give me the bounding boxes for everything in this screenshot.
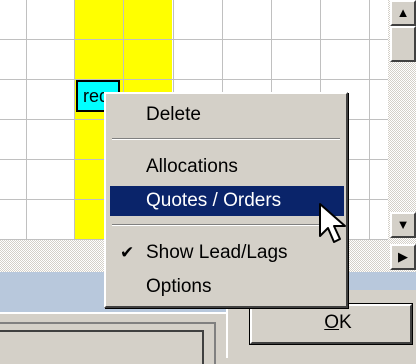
menu-item-label: Quotes / Orders: [146, 190, 282, 211]
check-icon: ✔: [120, 243, 135, 262]
ok-label-rest: K: [339, 312, 352, 333]
menu-item-delete[interactable]: Delete: [110, 100, 344, 130]
down-arrow-icon: ▼: [396, 217, 410, 232]
ok-mnemonic: O: [324, 312, 340, 333]
right-arrow-icon: ▶: [398, 249, 408, 264]
menu-item-label: Allocations: [146, 156, 238, 177]
menu-separator: [112, 224, 340, 226]
menu-separator: [112, 138, 340, 140]
mouse-cursor-icon: [319, 203, 346, 243]
menu-item-label: Show Lead/Lags: [146, 242, 288, 263]
bottom-frame: [0, 312, 226, 364]
scroll-up-button[interactable]: ▲: [390, 0, 416, 26]
scroll-thumb[interactable]: [390, 26, 416, 62]
scroll-right-button[interactable]: ▶: [390, 244, 416, 270]
ok-button[interactable]: OK: [250, 304, 412, 344]
context-menu: Delete Allocations Quotes / Orders ✔ Sho…: [104, 92, 348, 308]
menu-item-label: Delete: [146, 104, 201, 125]
scroll-down-button[interactable]: ▼: [390, 212, 416, 238]
up-arrow-icon: ▲: [396, 5, 410, 20]
menu-item-quotes-orders[interactable]: Quotes / Orders: [110, 186, 344, 216]
menu-item-options[interactable]: Options: [110, 272, 344, 302]
menu-item-label: Options: [146, 276, 212, 297]
menu-item-allocations[interactable]: Allocations: [110, 152, 344, 182]
menu-item-show-lead-lags[interactable]: ✔ Show Lead/Lags: [110, 238, 344, 268]
